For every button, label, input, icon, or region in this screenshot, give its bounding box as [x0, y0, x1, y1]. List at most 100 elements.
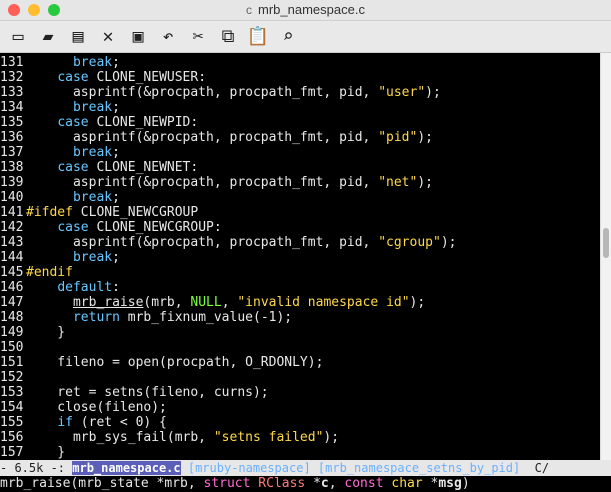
code-token: );: [425, 85, 441, 100]
line-number: 150: [0, 340, 24, 355]
code-line: 143 asprintf(&procpath, procpath_fmt, pi…: [0, 235, 600, 250]
clipboard-icon: 📋: [246, 26, 270, 47]
code-lines: 131 break; 132 case CLONE_NEWUSER: 133 asp…: [0, 55, 600, 460]
disk-icon: ▣: [132, 26, 144, 47]
code-line: 138 case CLONE_NEWNET:: [0, 160, 600, 175]
code-token: ;: [112, 55, 120, 70]
code-token: asprintf(&procpath, procpath_fmt, pid,: [26, 235, 379, 250]
code-line: 132 case CLONE_NEWUSER:: [0, 70, 600, 85]
line-number: 133: [0, 85, 24, 100]
line-number: 138: [0, 160, 24, 175]
code-token: CLONE_NEWNET:: [88, 160, 199, 175]
vertical-scrollbar[interactable]: [600, 53, 611, 460]
line-number: 137: [0, 145, 24, 160]
code-token: case: [57, 220, 89, 235]
line-number: 148: [0, 310, 24, 325]
folder-icon: ▰: [42, 26, 54, 47]
modeline-buffer-name[interactable]: mrb_namespace.c: [72, 461, 181, 475]
code-token: asprintf(&procpath, procpath_fmt, pid,: [26, 130, 379, 145]
search-button[interactable]: ⌕: [276, 25, 300, 49]
echo-area: mrb_raise(mrb_state *mrb, struct RClass …: [0, 476, 611, 492]
code-token: if: [57, 415, 73, 430]
line-number: 151: [0, 355, 24, 370]
line-number: 141: [0, 205, 24, 220]
open-file-button[interactable]: ▰: [36, 25, 60, 49]
line-number: 131: [0, 55, 24, 70]
modeline-project[interactable]: [mruby-namespace]: [188, 461, 311, 475]
code-token: "cgroup": [378, 235, 441, 250]
line-number: 132: [0, 70, 24, 85]
code-token: }: [26, 325, 66, 340]
code-line: 149 }: [0, 325, 600, 340]
cabinet-icon: ▤: [72, 26, 84, 47]
search-icon: ⌕: [282, 26, 294, 47]
line-number: 135: [0, 115, 24, 130]
new-file-button[interactable]: ▭: [6, 25, 30, 49]
code-line: 151 fileno = open(procpath, O_RDONLY);: [0, 355, 600, 370]
code-token: ;: [112, 100, 120, 115]
line-number: 157: [0, 445, 24, 460]
c-file-icon: c: [246, 3, 253, 17]
code-line: 142 case CLONE_NEWCGROUP:: [0, 220, 600, 235]
echo-token: mrb_raise(mrb_state *mrb,: [0, 476, 204, 491]
code-token: CLONE_NEWCGROUP:: [88, 220, 222, 235]
save-button[interactable]: ▣: [126, 25, 150, 49]
code-token: mrb_sys_fail(mrb,: [26, 430, 214, 445]
modeline-mode[interactable]: C/: [535, 461, 549, 475]
code-line: 153 ret = setns(fileno, curns);: [0, 385, 600, 400]
code-token: }: [26, 445, 66, 460]
code-token: case: [57, 70, 89, 85]
copy-button[interactable]: ⧉: [216, 25, 240, 49]
dired-button[interactable]: ▤: [66, 25, 90, 49]
undo-button[interactable]: ↶: [156, 25, 180, 49]
line-number: 134: [0, 100, 24, 115]
echo-token: ): [461, 476, 470, 491]
code-token: "user": [378, 85, 426, 100]
code-line: 141 #ifdef CLONE_NEWCGROUP: [0, 205, 600, 220]
line-number: 140: [0, 190, 24, 205]
page-icon: ▭: [12, 26, 24, 47]
code-token: CLONE_NEWPID:: [88, 115, 199, 130]
line-number: 156: [0, 430, 24, 445]
echo-token: *: [422, 476, 439, 491]
code-token: ,: [221, 295, 238, 310]
code-editor[interactable]: 131 break; 132 case CLONE_NEWUSER: 133 asp…: [0, 53, 611, 460]
code-token: break: [72, 190, 113, 205]
code-line: 137 break;: [0, 145, 600, 160]
paste-button[interactable]: 📋: [246, 25, 270, 49]
line-number: 139: [0, 175, 24, 190]
code-line: 152: [0, 370, 600, 385]
code-token: case: [57, 115, 89, 130]
code-line: 140 break;: [0, 190, 600, 205]
code-line: 154 close(fileno);: [0, 400, 600, 415]
code-line: 136 asprintf(&procpath, procpath_fmt, pi…: [0, 130, 600, 145]
line-number: 142: [0, 220, 24, 235]
code-token: mrb_fixnum_value(-1);: [119, 310, 293, 325]
code-token: ;: [112, 250, 120, 265]
code-token: break: [72, 55, 113, 70]
line-number: 145: [0, 265, 24, 280]
kill-buffer-button[interactable]: ✕: [96, 25, 120, 49]
line-number: 136: [0, 130, 24, 145]
code-line: 157 }: [0, 445, 600, 460]
line-number: 155: [0, 415, 24, 430]
undo-icon: ↶: [162, 26, 174, 47]
code-token: :: [112, 280, 120, 295]
code-token: close(fileno);: [26, 400, 167, 415]
code-token: ;: [112, 190, 120, 205]
cut-button[interactable]: ✂: [186, 25, 210, 49]
line-number: 143: [0, 235, 24, 250]
modeline-function[interactable]: [mrb_namespace_setns_by_pid]: [318, 461, 520, 475]
scrollbar-thumb[interactable]: [603, 228, 609, 258]
code-line: 155 if (ret < 0) {: [0, 415, 600, 430]
echo-token: c: [320, 476, 329, 491]
